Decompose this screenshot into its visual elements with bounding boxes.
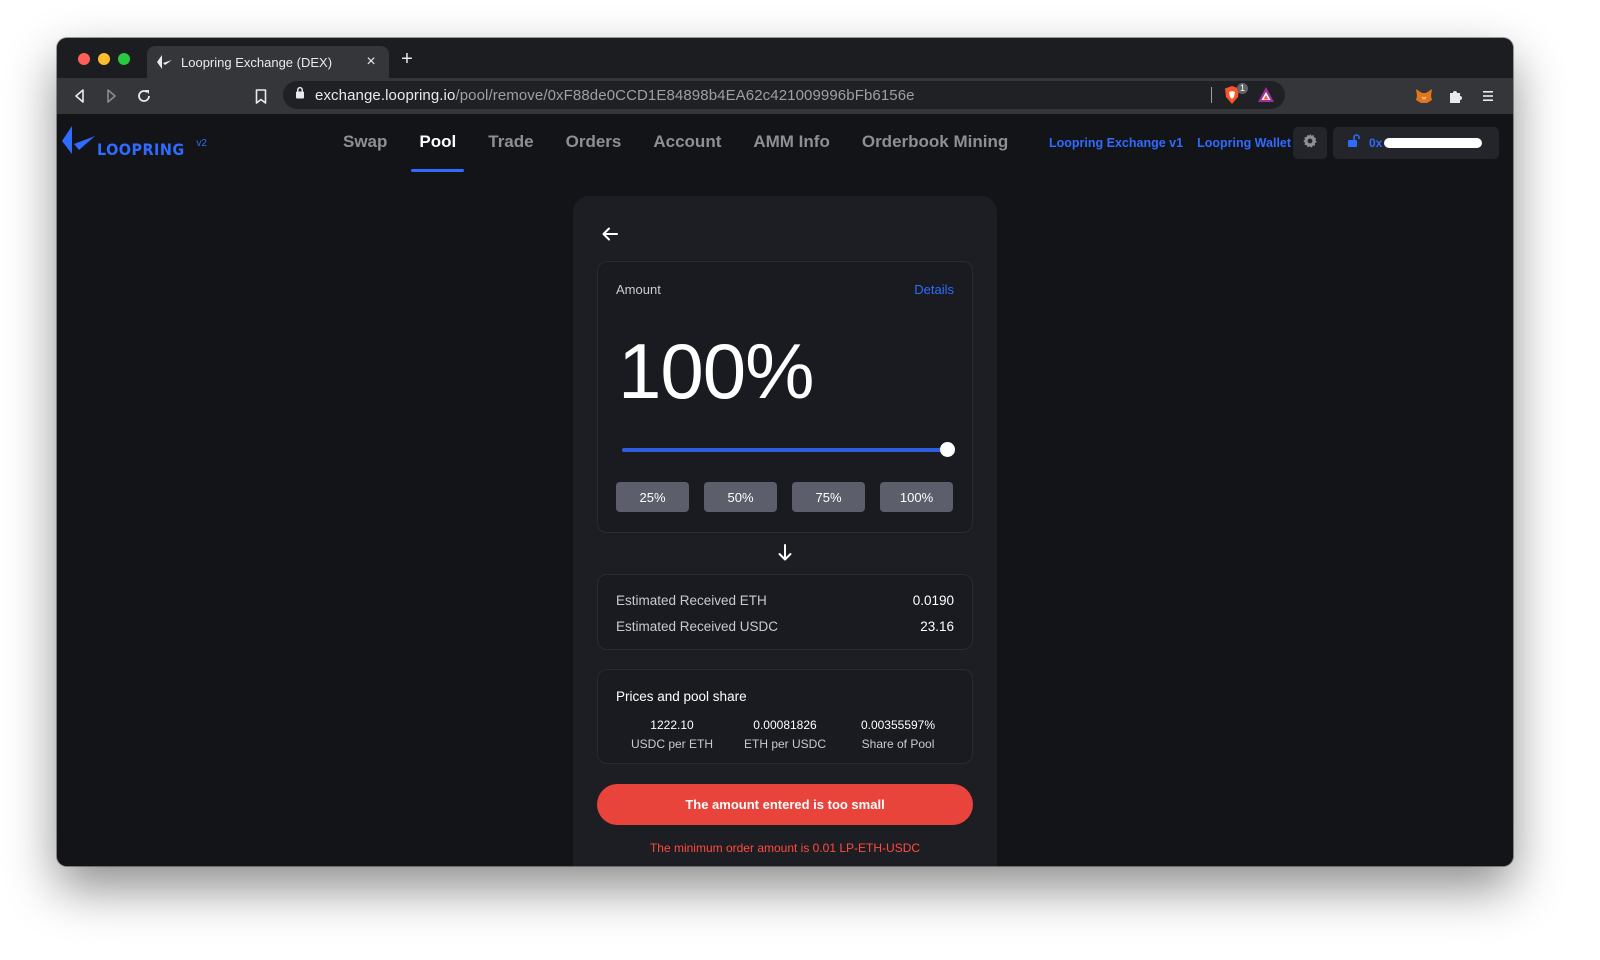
slider-thumb[interactable] [940, 442, 955, 457]
estimated-eth-label: Estimated Received ETH [616, 593, 767, 608]
browser-toolbar: exchange.loopring.io/pool/remove/0xF88de… [57, 78, 1513, 114]
tab-title: Loopring Exchange (DEX) [181, 54, 333, 70]
remove-liquidity-card: Amount Details 100% 25% 50% 75% 100% Est… [573, 196, 997, 866]
logo-version: v2 [196, 138, 207, 149]
percent-100-button[interactable]: 100% [880, 482, 953, 512]
quick-percent-buttons: 25% 50% 75% 100% [616, 482, 953, 512]
back-arrow-icon[interactable] [601, 226, 621, 246]
browser-window: Loopring Exchange (DEX) × + exchange.loo… [57, 38, 1513, 866]
tab-strip: Loopring Exchange (DEX) × + [57, 38, 1513, 78]
amount-panel: Amount Details 100% 25% 50% 75% 100% [597, 261, 973, 533]
address-bar[interactable]: exchange.loopring.io/pool/remove/0xF88de… [283, 81, 1285, 109]
prices-title: Prices and pool share [616, 689, 747, 704]
price-value: 1222.10 [650, 718, 694, 732]
amount-slider[interactable] [622, 442, 955, 457]
nav-pool[interactable]: Pool [403, 114, 472, 172]
extensions-icon[interactable] [1445, 85, 1467, 107]
lock-icon [295, 86, 305, 104]
price-label: Share of Pool [861, 737, 935, 751]
bookmark-icon[interactable] [250, 85, 272, 107]
arrow-down-icon [777, 544, 793, 562]
estimated-usdc-row: Estimated Received USDC 23.16 [616, 619, 954, 634]
amount-label: Amount [616, 282, 661, 297]
main-nav: Swap Pool Trade Orders Account AMM Info … [327, 114, 1024, 172]
nav-orderbook-mining[interactable]: Orderbook Mining [846, 114, 1024, 172]
nav-trade[interactable]: Trade [472, 114, 549, 172]
nav-amm-info[interactable]: AMM Info [737, 114, 845, 172]
loopring-logo[interactable]: LOOPRING v2 [61, 126, 207, 159]
wallet-address: 0x [1369, 136, 1383, 150]
url-text: exchange.loopring.io/pool/remove/0xF88de… [315, 87, 915, 104]
percent-display: 100% [618, 327, 814, 415]
share-of-pool: 0.00355597% Share of Pool [842, 718, 954, 751]
percent-25-button[interactable]: 25% [616, 482, 689, 512]
loopring-wallet-link[interactable]: Loopring Wallet [1197, 136, 1291, 150]
estimated-receive-panel: Estimated Received ETH 0.0190 Estimated … [597, 574, 973, 650]
estimated-eth-row: Estimated Received ETH 0.0190 [616, 593, 954, 608]
new-tab-icon[interactable]: + [397, 49, 417, 70]
percent-75-button[interactable]: 75% [792, 482, 865, 512]
forward-icon[interactable] [100, 85, 122, 107]
logo-text: LOOPRING [97, 140, 185, 159]
close-window-button[interactable] [78, 53, 90, 65]
metamask-icon[interactable] [1413, 85, 1435, 107]
reload-icon[interactable] [133, 85, 155, 107]
menu-icon[interactable] [1477, 85, 1499, 107]
wallet-button[interactable]: 0x [1333, 127, 1499, 159]
price-label: ETH per USDC [743, 737, 826, 751]
price-value: 0.00355597% [860, 718, 936, 732]
url-path: /pool/remove/0xF88de0CCD1E84898b4EA62c42… [455, 86, 915, 104]
browser-tab[interactable]: Loopring Exchange (DEX) × [147, 46, 389, 78]
estimated-usdc-value: 23.16 [920, 619, 954, 634]
minimize-window-button[interactable] [98, 53, 110, 65]
price-eth-per-usdc: 0.00081826 ETH per USDC [729, 718, 841, 751]
loopring-favicon-icon [157, 54, 173, 70]
top-links: Loopring Exchange v1 Loopring Wallet [1049, 136, 1305, 150]
back-icon[interactable] [69, 85, 91, 107]
percent-50-button[interactable]: 50% [704, 482, 777, 512]
settings-button[interactable] [1293, 127, 1327, 159]
estimated-usdc-label: Estimated Received USDC [616, 619, 779, 634]
minimum-amount-note: The minimum order amount is 0.01 LP-ETH-… [649, 841, 921, 855]
estimated-eth-value: 0.0190 [912, 593, 954, 608]
redacted-address [1384, 138, 1483, 148]
nav-account[interactable]: Account [637, 114, 737, 172]
exchange-v1-link[interactable]: Loopring Exchange v1 [1049, 136, 1183, 150]
gear-icon [1302, 133, 1318, 154]
nav-swap[interactable]: Swap [327, 114, 403, 172]
loopring-logo-icon [61, 126, 95, 159]
page-content: LOOPRING v2 Swap Pool Trade Orders Accou… [57, 114, 1513, 866]
shield-count-badge: 1 [1237, 83, 1249, 94]
url-host: exchange.loopring.io [315, 86, 456, 104]
tab-close-icon[interactable]: × [363, 54, 379, 70]
omnibox-divider [1211, 87, 1212, 103]
unlock-icon [1347, 133, 1361, 153]
amount-too-small-button[interactable]: The amount entered is too small [597, 784, 973, 825]
brave-rewards-icon[interactable] [1257, 86, 1275, 104]
price-usdc-per-eth: 1222.10 USDC per ETH [616, 718, 728, 751]
price-label: USDC per ETH [630, 737, 713, 751]
price-value: 0.00081826 [753, 718, 817, 732]
maximize-window-button[interactable] [118, 53, 130, 65]
prices-panel: Prices and pool share 1222.10 USDC per E… [597, 669, 973, 764]
details-link[interactable]: Details [914, 282, 954, 297]
nav-orders[interactable]: Orders [550, 114, 638, 172]
